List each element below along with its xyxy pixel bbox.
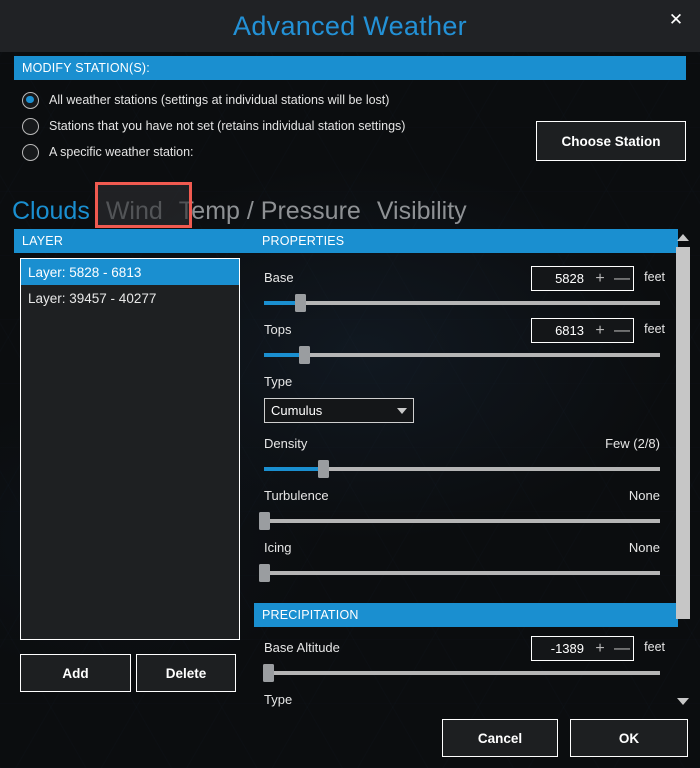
- density-label: Density: [264, 436, 308, 451]
- cancel-button[interactable]: Cancel: [442, 719, 558, 757]
- radio-option-all-stations[interactable]: All weather stations (settings at indivi…: [22, 88, 482, 112]
- radio-label-all-stations: All weather stations (settings at indivi…: [49, 93, 390, 107]
- layer-panel-header: LAYER: [14, 229, 254, 253]
- properties-panel-body: Base 5828 + — feet Tops 6813 + — feet Ty…: [254, 258, 678, 708]
- choose-station-label: Choose Station: [561, 133, 661, 149]
- tab-bar: Clouds Wind Temp / Pressure Visibility: [12, 186, 467, 224]
- modify-stations-header: MODIFY STATION(S):: [14, 56, 686, 80]
- advanced-weather-dialog: Advanced Weather ✕ MODIFY STATION(S): Al…: [0, 0, 700, 768]
- delete-layer-label: Delete: [165, 665, 207, 681]
- modify-stations-radio-group: All weather stations (settings at indivi…: [22, 88, 482, 166]
- precip-base-altitude-slider-thumb[interactable]: [262, 664, 274, 682]
- density-slider[interactable]: [264, 460, 660, 478]
- icing-slider[interactable]: [259, 564, 660, 582]
- properties-panel-header: PROPERTIES: [254, 229, 678, 253]
- base-value: 5828: [555, 271, 584, 286]
- precip-base-altitude-increment-button[interactable]: +: [589, 640, 611, 657]
- turbulence-label: Turbulence: [264, 488, 329, 503]
- radio-icon-selected: [22, 91, 39, 109]
- cancel-label: Cancel: [477, 730, 523, 746]
- cloud-type-select[interactable]: Cumulus: [264, 398, 414, 423]
- turbulence-slider-thumb[interactable]: [259, 512, 270, 530]
- choose-station-button[interactable]: Choose Station: [536, 121, 686, 161]
- close-icon[interactable]: ✕: [660, 4, 692, 34]
- chevron-down-icon: [397, 407, 407, 414]
- scroll-down-button[interactable]: [674, 693, 692, 709]
- tops-slider[interactable]: [264, 346, 660, 364]
- turbulence-value: None: [628, 488, 660, 503]
- precip-base-altitude-slider[interactable]: [262, 664, 660, 682]
- tab-visibility[interactable]: Visibility: [377, 199, 467, 224]
- list-item[interactable]: Layer: 5828 - 6813: [21, 259, 239, 285]
- radio-option-specific-station[interactable]: A specific weather station:: [22, 140, 482, 164]
- tab-clouds[interactable]: Clouds: [12, 199, 90, 224]
- page-title: Advanced Weather: [233, 10, 467, 41]
- radio-icon-unselected: [22, 117, 39, 135]
- base-slider-track: [264, 301, 660, 305]
- tops-value: 6813: [555, 323, 584, 338]
- precip-base-altitude-label: Base Altitude: [264, 640, 340, 655]
- chevron-up-icon: [677, 233, 689, 241]
- icing-label: Icing: [264, 540, 292, 555]
- tops-unit: feet: [644, 322, 665, 336]
- tops-slider-track: [264, 353, 660, 357]
- layer-list[interactable]: Layer: 5828 - 6813 Layer: 39457 - 40277: [20, 258, 240, 640]
- list-item[interactable]: Layer: 39457 - 40277: [21, 285, 239, 311]
- base-unit: feet: [644, 270, 665, 284]
- tops-stepper[interactable]: 6813 + —: [531, 318, 634, 343]
- base-stepper[interactable]: 5828 + —: [531, 266, 634, 291]
- type-label: Type: [264, 374, 293, 389]
- precip-base-altitude-value: -1389: [550, 641, 584, 656]
- base-decrement-button[interactable]: —: [611, 270, 633, 287]
- precipitation-label: PRECIPITATION: [262, 608, 359, 622]
- base-slider[interactable]: [264, 294, 660, 312]
- tops-label: Tops: [264, 322, 292, 337]
- ok-button[interactable]: OK: [570, 719, 688, 757]
- radio-option-unset-stations[interactable]: Stations that you have not set (retains …: [22, 114, 482, 138]
- tops-increment-button[interactable]: +: [589, 322, 611, 339]
- density-slider-thumb[interactable]: [318, 460, 330, 478]
- ok-label: OK: [618, 730, 640, 746]
- chevron-down-icon: [677, 697, 689, 705]
- radio-icon-unselected: [22, 143, 39, 161]
- precipitation-header: PRECIPITATION: [254, 603, 678, 627]
- precip-type-label: Type: [264, 692, 293, 707]
- tab-temp-pressure[interactable]: Temp / Pressure: [179, 199, 361, 224]
- icing-slider-thumb[interactable]: [259, 564, 270, 582]
- cloud-type-value: Cumulus: [271, 403, 323, 418]
- precip-base-altitude-unit: feet: [644, 640, 665, 654]
- delete-layer-button[interactable]: Delete: [136, 654, 236, 692]
- tops-decrement-button[interactable]: —: [611, 322, 633, 339]
- turbulence-slider[interactable]: [259, 512, 660, 530]
- radio-label-specific-station: A specific weather station:: [49, 145, 194, 159]
- scroll-up-button[interactable]: [674, 229, 692, 245]
- modify-stations-label: MODIFY STATION(S):: [22, 61, 150, 75]
- precip-base-altitude-slider-track: [264, 671, 660, 675]
- turbulence-slider-track: [264, 519, 660, 523]
- layer-panel-label: LAYER: [22, 234, 64, 248]
- icing-slider-track: [264, 571, 660, 575]
- precip-base-altitude-stepper[interactable]: -1389 + —: [531, 636, 634, 661]
- base-label: Base: [264, 270, 294, 285]
- density-slider-fill: [264, 467, 324, 471]
- add-layer-button[interactable]: Add: [20, 654, 131, 692]
- base-increment-button[interactable]: +: [589, 270, 611, 287]
- base-slider-thumb[interactable]: [294, 294, 306, 312]
- density-value: Few (2/8): [605, 436, 660, 451]
- icing-value: None: [628, 540, 660, 555]
- radio-label-unset-stations: Stations that you have not set (retains …: [49, 119, 406, 133]
- tab-wind[interactable]: Wind: [106, 199, 163, 224]
- properties-scrollbar[interactable]: [674, 229, 692, 709]
- add-layer-label: Add: [62, 665, 89, 681]
- properties-panel-label: PROPERTIES: [262, 234, 345, 248]
- tops-slider-thumb[interactable]: [298, 346, 310, 364]
- precip-base-altitude-decrement-button[interactable]: —: [611, 640, 633, 657]
- scrollbar-thumb[interactable]: [676, 247, 690, 619]
- title-bar: Advanced Weather ✕: [0, 0, 700, 52]
